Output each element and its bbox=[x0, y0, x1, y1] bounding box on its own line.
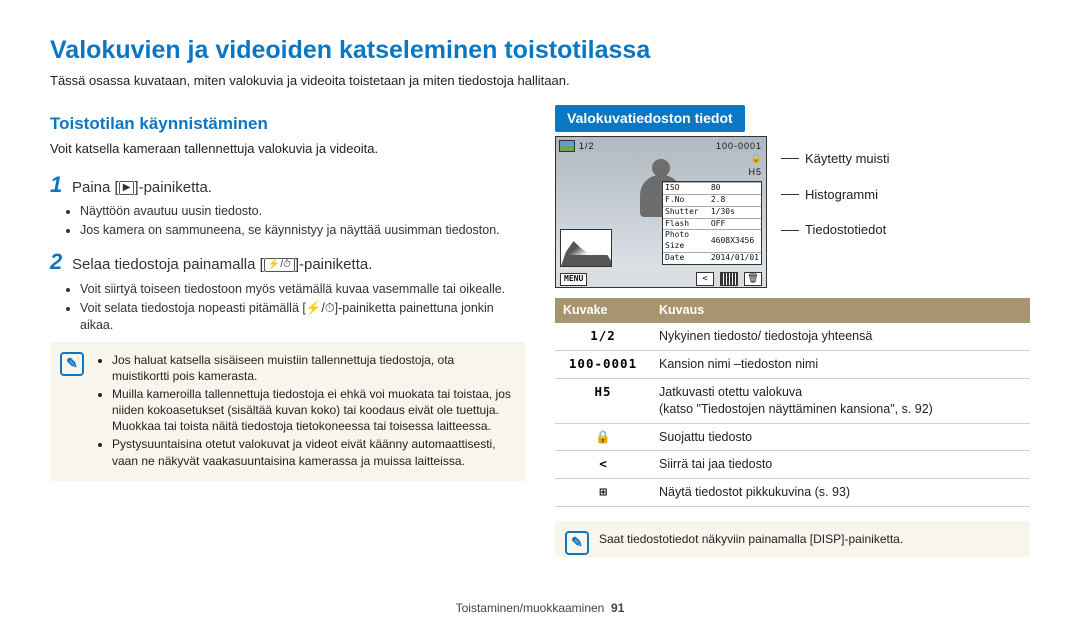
delete-icon[interactable]: 🗑 bbox=[744, 272, 762, 286]
table-row: <Siirrä tai jaa tiedosto bbox=[555, 451, 1030, 479]
step-1-bullet-2: Jos kamera on sammuneena, se käynnistyy … bbox=[80, 222, 525, 239]
info-flash-label: Flash bbox=[663, 218, 709, 230]
row-icon-continuous: H5 bbox=[555, 378, 651, 423]
table-header-desc: Kuvaus bbox=[651, 298, 1030, 323]
info-date-value: 2014/01/01 bbox=[709, 252, 761, 263]
callout-histogram: Histogrammi bbox=[805, 186, 878, 204]
preview-folder: 100-0001 bbox=[716, 140, 762, 152]
step-2-text-before: Selaa tiedostoja painamalla [ bbox=[72, 256, 264, 273]
note-icon: ✎ bbox=[60, 352, 84, 376]
step-1-bullets: Näyttöön avautuu uusin tiedosto. Jos kam… bbox=[80, 203, 525, 239]
table-row: 1/2Nykyinen tiedosto/ tiedostoja yhteens… bbox=[555, 323, 1030, 350]
section-sub: Voit katsella kameraan tallennettuja val… bbox=[50, 140, 525, 158]
callout-memory: Käytetty muisti bbox=[805, 150, 890, 168]
info-iso-label: ISO bbox=[663, 183, 709, 195]
table-row: 🔒Suojattu tiedosto bbox=[555, 423, 1030, 451]
play-button-icon: ▶ bbox=[119, 181, 135, 195]
preview-counter: 1/2 bbox=[579, 140, 595, 152]
footer-page: 91 bbox=[611, 601, 624, 615]
step-1: 1 Paina [▶]-painiketta. bbox=[50, 170, 525, 200]
step-2-bullets: Voit siirtyä toiseen tiedostoon myös vet… bbox=[80, 281, 525, 334]
table-row: H5Jatkuvasti otettu valokuva (katso "Tie… bbox=[555, 378, 1030, 423]
menu-button[interactable]: MENU bbox=[560, 273, 587, 286]
info-shutter-value: 1/30s bbox=[709, 206, 761, 218]
row-desc-folder: Kansion nimi –tiedoston nimi bbox=[651, 350, 1030, 378]
info-size-value: 4608X3456 bbox=[709, 230, 761, 253]
step-2-text-after: ]-painiketta. bbox=[295, 256, 373, 273]
table-header-icon: Kuvake bbox=[555, 298, 651, 323]
info-size-label: Photo Size bbox=[663, 230, 709, 253]
step-2-bullet-1: Voit siirtyä toiseen tiedostoon myös vet… bbox=[80, 281, 525, 298]
footer-section: Toistaminen/muokkaaminen bbox=[456, 601, 605, 615]
info-shutter-label: Shutter bbox=[663, 206, 709, 218]
row-icon-lock: 🔒 bbox=[555, 423, 651, 451]
lock-icon: 🔒 bbox=[751, 153, 762, 165]
row-desc-continuous: Jatkuvasti otettu valokuva (katso "Tiedo… bbox=[651, 378, 1030, 423]
thumbnails-icon[interactable] bbox=[720, 272, 738, 286]
memory-icon bbox=[559, 140, 575, 152]
step-2-bullet-2: Voit selata tiedostoja nopeasti pitämäll… bbox=[80, 300, 525, 334]
row-icon-share: < bbox=[555, 451, 651, 479]
share-icon[interactable]: < bbox=[696, 272, 714, 286]
step-2-number: 2 bbox=[50, 247, 64, 277]
step-1-text-after: ]-painiketta. bbox=[134, 179, 212, 196]
note-icon: ✎ bbox=[565, 531, 589, 555]
subsection-heading-photo-info: Valokuvatiedoston tiedot bbox=[555, 105, 745, 132]
step-1-number: 1 bbox=[50, 170, 64, 200]
file-info-panel: ISO80 F.No2.8 Shutter1/30s FlashOFF Phot… bbox=[662, 181, 762, 265]
step-1-text-before: Paina [ bbox=[72, 179, 119, 196]
info-flash-value: OFF bbox=[709, 218, 761, 230]
note-1: Jos haluat katsella sisäiseen muistiin t… bbox=[112, 352, 513, 384]
row-desc-counter: Nykyinen tiedosto/ tiedostoja yhteensä bbox=[651, 323, 1030, 350]
histogram-icon bbox=[560, 229, 612, 267]
step-2: 2 Selaa tiedostoja painamalla [⚡/⏱]-pain… bbox=[50, 247, 525, 277]
info-fno-label: F.No bbox=[663, 194, 709, 206]
callout-fileinfo: Tiedostotiedot bbox=[805, 221, 886, 239]
section-heading-playback: Toistotilan käynnistäminen bbox=[50, 113, 525, 136]
step-1-bullet-1: Näyttöön avautuu uusin tiedosto. bbox=[80, 203, 525, 220]
note-box-left: ✎ Jos haluat katsella sisäiseen muistiin… bbox=[50, 342, 525, 481]
note-box-right: ✎ Saat tiedostotiedot näkyviin painamall… bbox=[555, 521, 1030, 557]
note-disp: Saat tiedostotiedot näkyviin painamalla … bbox=[599, 532, 903, 546]
table-row: 100-0001Kansion nimi –tiedoston nimi bbox=[555, 350, 1030, 378]
camera-preview: 1/2 100-0001 🔒 H5 ISO80 F.No2.8 Shutter1… bbox=[555, 136, 767, 288]
note-3: Pystysuuntaisina otetut valokuvat ja vid… bbox=[112, 436, 513, 468]
note-2: Muilla kameroilla tallennettuja tiedosto… bbox=[112, 386, 513, 435]
row-desc-lock: Suojattu tiedosto bbox=[651, 423, 1030, 451]
continuous-badge: H5 bbox=[748, 166, 762, 178]
page-intro: Tässä osassa kuvataan, miten valokuvia j… bbox=[50, 72, 1030, 90]
info-iso-value: 80 bbox=[709, 183, 761, 195]
row-icon-folder: 100-0001 bbox=[555, 350, 651, 378]
flash-timer-icon: ⚡/⏱ bbox=[264, 258, 295, 272]
icon-description-table: Kuvake Kuvaus 1/2Nykyinen tiedosto/ tied… bbox=[555, 298, 1030, 507]
callout-labels: Käytetty muisti Histogrammi Tiedostotied… bbox=[781, 150, 890, 239]
table-row: ⊞Näytä tiedostot pikkukuvina (s. 93) bbox=[555, 479, 1030, 507]
row-icon-counter: 1/2 bbox=[555, 323, 651, 350]
page-title: Valokuvien ja videoiden katseleminen toi… bbox=[50, 34, 1030, 68]
info-fno-value: 2.8 bbox=[709, 194, 761, 206]
row-desc-share: Siirrä tai jaa tiedosto bbox=[651, 451, 1030, 479]
row-icon-grid: ⊞ bbox=[555, 479, 651, 507]
page-footer: Toistaminen/muokkaaminen 91 bbox=[0, 600, 1080, 616]
row-desc-grid: Näytä tiedostot pikkukuvina (s. 93) bbox=[651, 479, 1030, 507]
info-date-label: Date bbox=[663, 252, 709, 263]
